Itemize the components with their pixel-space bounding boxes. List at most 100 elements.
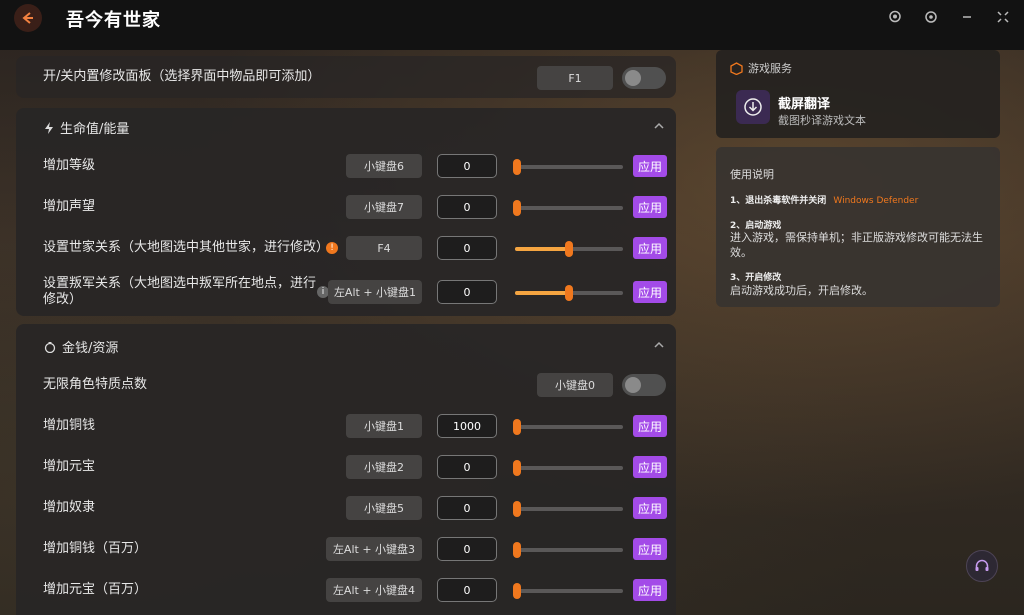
slider-handle[interactable] bbox=[513, 583, 521, 599]
settings-button[interactable] bbox=[920, 6, 942, 28]
apply-button[interactable]: 应用 bbox=[633, 237, 667, 259]
apply-button[interactable]: 应用 bbox=[633, 456, 667, 478]
row-label: 增加声望 bbox=[43, 199, 96, 214]
value-slider[interactable] bbox=[513, 419, 623, 435]
slider-handle[interactable] bbox=[513, 542, 521, 558]
value-slider[interactable] bbox=[513, 501, 623, 517]
top-panel: 开/关内置修改面板（选择界面中物品即可添加） F1 bbox=[16, 56, 676, 98]
chevron-up-icon[interactable] bbox=[654, 340, 664, 350]
slider-handle[interactable] bbox=[565, 241, 573, 257]
slider-handle[interactable] bbox=[513, 159, 521, 175]
apply-button[interactable]: 应用 bbox=[633, 415, 667, 437]
value-input[interactable]: 0 bbox=[437, 496, 497, 520]
hotkey-button[interactable]: 小键盘1 bbox=[346, 414, 422, 438]
lightning-icon bbox=[45, 121, 53, 134]
hotkey-button[interactable]: 左Alt + 小键盘3 bbox=[326, 537, 422, 561]
support-button[interactable] bbox=[966, 550, 998, 582]
row-label: 无限角色特质点数 bbox=[43, 377, 148, 392]
slider-handle[interactable] bbox=[513, 419, 521, 435]
apply-button[interactable]: 应用 bbox=[633, 155, 667, 177]
hotkey-button[interactable]: 小键盘7 bbox=[346, 195, 422, 219]
section-money-header[interactable]: 金钱/资源 bbox=[44, 337, 118, 356]
step3-body: 启动游戏成功后，开启修改。 bbox=[730, 284, 873, 297]
section-health-header[interactable]: 生命值/能量 bbox=[44, 118, 129, 137]
value-input[interactable]: 0 bbox=[437, 280, 497, 304]
instructions-title: 使用说明 bbox=[730, 168, 774, 181]
title-bar: 吾今有世家 bbox=[0, 0, 1024, 50]
slider-handle[interactable] bbox=[513, 501, 521, 517]
section-health: 生命值/能量 增加等级 小键盘6 0 应用 增加声望 小键盘7 0 应用 设置世… bbox=[16, 108, 676, 316]
back-button[interactable] bbox=[14, 4, 42, 32]
row-label: 设置叛军关系（大地图选中叛军所在地点，进行修改） bbox=[43, 276, 317, 307]
row-label: 增加元宝（百万） bbox=[43, 582, 148, 597]
row-slave: 增加奴隶 小键盘5 0 应用 bbox=[16, 488, 676, 528]
notification-button[interactable] bbox=[884, 6, 906, 28]
panel-hotkey[interactable]: F1 bbox=[537, 66, 613, 90]
slider-handle[interactable] bbox=[513, 200, 521, 216]
info-icon[interactable]: ! bbox=[326, 242, 338, 254]
value-input[interactable]: 0 bbox=[437, 455, 497, 479]
hotkey-button[interactable]: 小键盘0 bbox=[537, 373, 613, 397]
row-label: 增加铜钱 bbox=[43, 418, 96, 433]
row-trait-points: 无限角色特质点数 小键盘0 bbox=[16, 365, 676, 405]
headset-icon bbox=[975, 559, 989, 571]
back-arrow-icon bbox=[22, 12, 33, 24]
app-title: 吾今有世家 bbox=[66, 10, 161, 31]
chevron-up-icon[interactable] bbox=[654, 121, 664, 131]
hotkey-button[interactable]: 小键盘2 bbox=[346, 455, 422, 479]
value-slider[interactable] bbox=[513, 200, 623, 216]
value-slider[interactable] bbox=[513, 159, 623, 175]
value-input[interactable]: 0 bbox=[437, 195, 497, 219]
row-prestige: 增加声望 小键盘7 0 应用 bbox=[16, 187, 676, 227]
value-input[interactable]: 0 bbox=[437, 578, 497, 602]
hotkey-button[interactable]: 小键盘5 bbox=[346, 496, 422, 520]
step2-body: 进入游戏，需保持单机；非正版游戏修改可能无法生效。 bbox=[730, 231, 983, 259]
step1-text: 1、退出杀毒软件并关闭 bbox=[730, 196, 827, 206]
value-slider[interactable] bbox=[513, 583, 623, 599]
slider-handle[interactable] bbox=[565, 285, 573, 301]
slider-handle[interactable] bbox=[513, 460, 521, 476]
value-input[interactable]: 1000 bbox=[437, 414, 497, 438]
row-level: 增加等级 小键盘6 0 应用 bbox=[16, 146, 676, 186]
value-slider[interactable] bbox=[513, 542, 623, 558]
screenshot-translate-button[interactable] bbox=[736, 90, 770, 124]
gear-icon bbox=[925, 11, 937, 23]
hotkey-button[interactable]: 左Alt + 小键盘4 bbox=[326, 578, 422, 602]
game-service-card: 游戏服务 截屏翻译 截图秒译游戏文本 bbox=[716, 50, 1000, 138]
instructions-card: 使用说明 1、退出杀毒软件并关闭 Windows Defender 2、启动游戏… bbox=[716, 147, 1000, 307]
trait-points-toggle[interactable] bbox=[622, 374, 666, 396]
money-bag-icon bbox=[44, 341, 56, 353]
value-slider[interactable] bbox=[515, 241, 623, 257]
step1-highlight: Windows Defender bbox=[833, 196, 919, 206]
value-input[interactable]: 0 bbox=[437, 537, 497, 561]
panel-toggle-label: 开/关内置修改面板（选择界面中物品即可添加） bbox=[43, 69, 321, 84]
row-copper-million: 增加铜钱（百万） 左Alt + 小键盘3 0 应用 bbox=[16, 529, 676, 569]
fullscreen-button[interactable] bbox=[992, 6, 1014, 28]
panel-toggle[interactable] bbox=[622, 67, 666, 89]
row-label: 增加奴隶 bbox=[43, 500, 96, 515]
apply-button[interactable]: 应用 bbox=[633, 497, 667, 519]
value-slider[interactable] bbox=[513, 460, 623, 476]
row-clan-relation: 设置世家关系（大地图选中其他世家，进行修改） ! F4 0 应用 bbox=[16, 228, 676, 268]
hotkey-button[interactable]: 左Alt + 小键盘1 bbox=[328, 280, 422, 304]
bell-icon bbox=[889, 10, 901, 23]
row-label: 增加铜钱（百万） bbox=[43, 541, 148, 556]
apply-button[interactable]: 应用 bbox=[633, 579, 667, 601]
value-slider[interactable] bbox=[515, 285, 623, 301]
service-desc: 截图秒译游戏文本 bbox=[778, 114, 866, 127]
apply-button[interactable]: 应用 bbox=[633, 196, 667, 218]
row-label: 增加等级 bbox=[43, 158, 96, 173]
row-copper: 增加铜钱 小键盘1 1000 应用 bbox=[16, 406, 676, 446]
row-label: 设置世家关系（大地图选中其他世家，进行修改） bbox=[43, 240, 330, 255]
apply-button[interactable]: 应用 bbox=[633, 538, 667, 560]
minimize-icon bbox=[963, 16, 971, 18]
value-input[interactable]: 0 bbox=[437, 236, 497, 260]
service-name[interactable]: 截屏翻译 bbox=[778, 93, 830, 112]
value-input[interactable]: 0 bbox=[437, 154, 497, 178]
download-circle-icon bbox=[744, 98, 762, 116]
hotkey-button[interactable]: F4 bbox=[346, 236, 422, 260]
hotkey-button[interactable]: 小键盘6 bbox=[346, 154, 422, 178]
apply-button[interactable]: 应用 bbox=[633, 281, 667, 303]
row-ingot: 增加元宝 小键盘2 0 应用 bbox=[16, 447, 676, 487]
minimize-button[interactable] bbox=[956, 6, 978, 28]
